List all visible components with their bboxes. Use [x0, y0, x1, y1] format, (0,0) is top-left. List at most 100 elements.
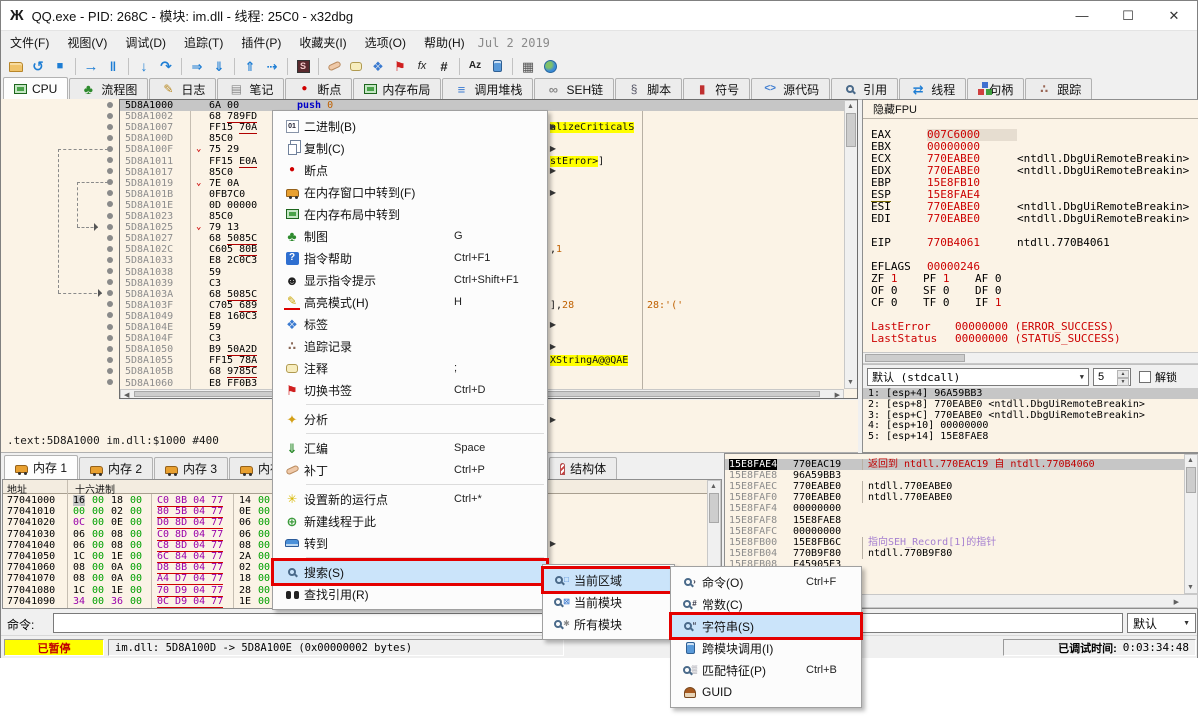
breakpoint-dot[interactable] [107, 157, 113, 163]
restart-toolbar-button[interactable]: ↺ [27, 56, 49, 76]
breakpoint-dot[interactable] [107, 235, 113, 241]
tab-dump2[interactable]: 内存 2 [79, 457, 153, 479]
stack-row[interactable]: 15E8FAF0770EABE0ntdll.770EABE0 [725, 492, 1198, 503]
breakpoint-dot[interactable] [107, 346, 113, 352]
menu-item-instruction-help[interactable]: ?指令帮助Ctrl+F1 [274, 247, 546, 269]
breakpoint-dot[interactable] [107, 246, 113, 252]
argument-row[interactable]: 5: [esp+14] 15E8FAE8 [863, 431, 1198, 442]
menubar-item[interactable]: 帮助(H) [415, 31, 474, 54]
breakpoint-dot[interactable] [107, 257, 113, 263]
menubar-item[interactable]: 文件(F) [1, 31, 58, 54]
submenu-item-current-region[interactable]: □当前区域▶ [544, 569, 673, 591]
menu-item-goto-in-dump[interactable]: 在内存窗口中转到(F)▶ [274, 181, 546, 203]
menu-item-toggle-bookmark[interactable]: ⚑切换书签Ctrl+D [274, 379, 546, 401]
tab-references[interactable]: 引用 [831, 78, 898, 99]
menubar-item[interactable]: 视图(V) [58, 31, 116, 54]
calculator-toolbar-button[interactable]: ▦ [517, 56, 539, 76]
menu-item-graph[interactable]: ♣制图G [274, 225, 546, 247]
menu-item-show-mnemonic-brief[interactable]: ☻显示指令提示Ctrl+Shift+F1 [274, 269, 546, 291]
tab-memory-map[interactable]: 内存布局 [353, 78, 441, 99]
maximize-button[interactable]: ☐ [1105, 1, 1151, 30]
breakpoint-dot[interactable] [107, 290, 113, 296]
menu-item-search[interactable]: 搜索(S)▶ [274, 561, 546, 583]
register-row[interactable]: EDX770EABE0<ntdll.DbgUiRemoteBreakin> [871, 165, 1189, 177]
stack-row[interactable]: 15E8FAE4770EAC19返回到 ntdll.770EAC19 自 ntd… [725, 459, 1198, 470]
command-profile-select[interactable]: 默认 ▼ [1127, 613, 1196, 633]
tab-seh[interactable]: ∞SEH链 [534, 78, 614, 99]
menubar-item[interactable]: 收藏夹(I) [290, 31, 355, 54]
hide-fpu-button[interactable]: 隐藏FPU [863, 100, 1198, 119]
breakpoint-dot[interactable] [107, 168, 113, 174]
register-row[interactable]: CF 0TF 0IF 1 [871, 297, 1027, 309]
registers-list[interactable]: EAX007C6000EBX00000000ECX770EABE0<ntdll.… [863, 119, 1198, 369]
breakpoint-dot[interactable] [107, 190, 113, 196]
menu-item-breakpoint[interactable]: ●断点▶ [274, 159, 546, 181]
menu-item-label[interactable]: ❖标签▶ [274, 313, 546, 335]
hash-toolbar-button[interactable]: # [433, 56, 455, 76]
functions-toolbar-button[interactable]: fx [411, 56, 433, 76]
calling-convention-select[interactable]: 默认 (stdcall) ▼ [867, 368, 1089, 386]
unlock-checkbox[interactable] [1139, 371, 1151, 383]
tab-dump3[interactable]: 内存 3 [154, 457, 228, 479]
tab-log[interactable]: ✎日志 [149, 78, 216, 99]
breakpoint-dot[interactable] [107, 113, 113, 119]
stop-toolbar-button[interactable]: ■ [49, 56, 71, 76]
breakpoint-dot[interactable] [107, 135, 113, 141]
breakpoint-dot[interactable] [107, 301, 113, 307]
close-button[interactable]: ✕ [1151, 1, 1197, 30]
tab-notes[interactable]: ▤笔记 [217, 78, 284, 99]
breakpoint-dot[interactable] [107, 279, 113, 285]
menu-item-create-thread-here[interactable]: ⊕新建线程于此 [274, 510, 546, 532]
strings-toolbar-button[interactable]: Az [464, 56, 486, 76]
breakpoint-dot[interactable] [107, 224, 113, 230]
comments-toolbar-button[interactable] [345, 56, 367, 76]
disasm-vscrollbar[interactable]: ▲ ▼ [844, 100, 858, 389]
submenu-item-all-modules[interactable]: ✱所有模块▶ [544, 613, 673, 635]
pause-toolbar-button[interactable]: ‖ [102, 56, 124, 76]
tab-cpu[interactable]: CPU [3, 77, 68, 99]
menubar-item[interactable]: 插件(P) [232, 31, 290, 54]
tab-script[interactable]: §脚本 [615, 78, 682, 99]
argument-row[interactable]: 3: [esp+C] 770EABE0 <ntdll.DbgUiRemoteBr… [863, 410, 1198, 421]
stack-row[interactable]: 15E8FAF400000000 [725, 503, 1198, 514]
patch-toolbar-button[interactable] [323, 56, 345, 76]
breakpoint-dot[interactable] [107, 368, 113, 374]
minimize-button[interactable]: — [1059, 1, 1105, 30]
menu-item-patch[interactable]: 补丁Ctrl+P [274, 459, 546, 481]
labels-toolbar-button[interactable]: ❖ [367, 56, 389, 76]
submenu-item-search-command[interactable]: ›命令(O)Ctrl+F [672, 571, 860, 593]
tab-trace[interactable]: ∴跟踪 [1025, 78, 1092, 99]
step-into-toolbar-button[interactable]: ↓ [133, 56, 155, 76]
breakpoint-dot[interactable] [107, 357, 113, 363]
submenu-item-current-module[interactable]: ⊠当前模块▶ [544, 591, 673, 613]
submenu-item-search-string[interactable]: “字符串(S) [672, 615, 860, 637]
stack-row[interactable]: 15E8FAE896A59BB3 [725, 470, 1198, 481]
step-over-toolbar-button[interactable]: ↷ [155, 56, 177, 76]
menu-item-assemble[interactable]: ⇓汇编Space [274, 437, 546, 459]
breakpoint-dot[interactable] [107, 268, 113, 274]
registers-hscrollbar[interactable] [863, 352, 1198, 364]
argument-count-stepper[interactable]: 5 ▲▼ [1093, 368, 1131, 386]
breakpoint-dot[interactable] [107, 379, 113, 385]
register-row[interactable]: EIP770B4061ntdll.770B4061 [871, 237, 1110, 249]
menu-item-binary[interactable]: 01二进制(B)▶ [274, 115, 546, 137]
submenu-item-search-constant[interactable]: #常数(C) [672, 593, 860, 615]
menu-item-find-references[interactable]: 查找引用(R)▶ [274, 583, 546, 605]
breakpoint-dot[interactable] [107, 324, 113, 330]
menu-item-comment[interactable]: 注释; [274, 357, 546, 379]
register-row[interactable]: LastStatus00000000 (STATUS_SUCCESS) [871, 333, 1121, 345]
submenu-item-search-pattern[interactable]: ▒匹配特征(P)Ctrl+B [672, 659, 860, 681]
stack-vscrollbar[interactable]: ▲ ▼ [1184, 454, 1198, 594]
argument-row[interactable]: 2: [esp+8] 770EABE0 <ntdll.DbgUiRemoteBr… [863, 399, 1198, 410]
breakpoint-dot[interactable] [107, 213, 113, 219]
about-toolbar-button[interactable] [539, 56, 561, 76]
stack-row[interactable]: 15E8FAF815E8FAE8 [725, 515, 1198, 526]
menu-item-goto[interactable]: 转到▶ [274, 532, 546, 554]
breakpoint-dot[interactable] [107, 124, 113, 130]
tab-breakpoints[interactable]: ●断点 [285, 78, 352, 99]
stack-row[interactable]: 15E8FB0015E8FB6C指向SEH_Record[1]的指针 [725, 537, 1198, 548]
tab-call-stack[interactable]: ≡调用堆栈 [442, 78, 533, 99]
tab-symbols[interactable]: ▮符号 [683, 78, 750, 99]
menubar-item[interactable]: 调试(D) [116, 31, 175, 54]
breakpoint-dot[interactable] [107, 102, 113, 108]
